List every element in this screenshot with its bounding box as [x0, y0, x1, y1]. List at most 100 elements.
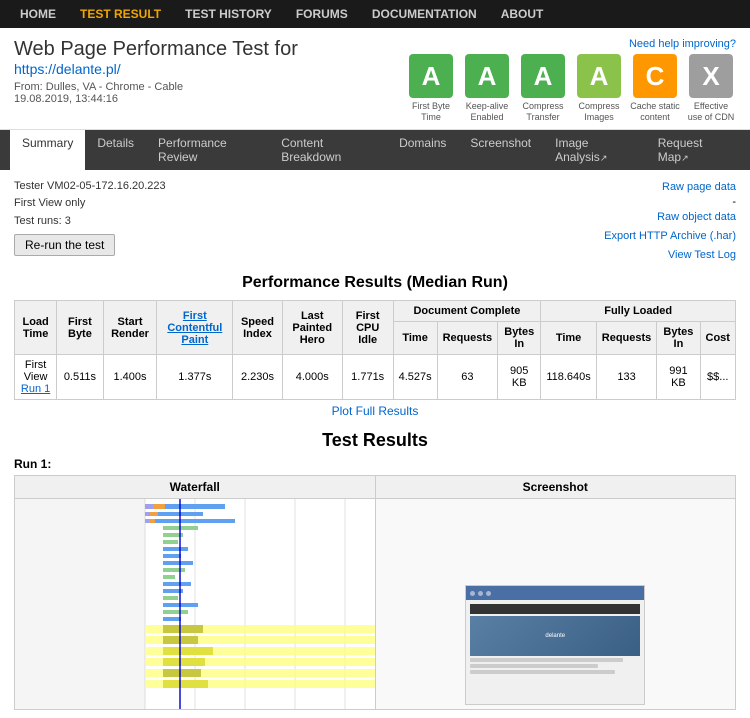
col-first-byte: First Byte: [57, 301, 103, 355]
grade-label-cdn: Effective use of CDN: [686, 101, 736, 123]
row-last-painted-hero: 4.000s: [282, 355, 342, 400]
help-link[interactable]: Need help improving?: [629, 38, 736, 50]
col-fl-time: Time: [541, 322, 596, 355]
tab-summary[interactable]: Summary: [10, 130, 85, 170]
row-fl-time: 118.640s: [541, 355, 596, 400]
tab-request-map[interactable]: Request Map: [646, 130, 740, 170]
row-label: First View Run 1: [15, 355, 57, 400]
test-results-section: Test Results Run 1: Waterfall Screenshot: [14, 430, 736, 710]
grade-label-compress-images: Compress Images: [574, 101, 624, 123]
run-link[interactable]: Run 1: [21, 383, 50, 395]
ss-line-2: [470, 664, 598, 668]
rerun-button[interactable]: Re-run the test: [14, 234, 115, 256]
test-date: 19.08.2019, 13:44:16: [14, 93, 298, 105]
col-fcp: First Contentful Paint: [157, 301, 233, 355]
grade-label-cache: Cache static content: [630, 101, 680, 123]
grade-badge-first-byte: A: [409, 54, 453, 98]
grade-badge-cdn: X: [689, 54, 733, 98]
row-doc-bytes: 905 KB: [498, 355, 541, 400]
tab-details[interactable]: Details: [85, 130, 146, 170]
row-fl-requests: 133: [596, 355, 657, 400]
waterfall-section: Waterfall Screenshot: [14, 475, 736, 710]
row-cost: $$...: [700, 355, 736, 400]
col-fully-loaded: Fully Loaded: [541, 301, 736, 322]
ss-hero-text: delante: [545, 633, 565, 639]
grade-compress-images: A Compress Images: [574, 54, 624, 123]
nav-forums[interactable]: FORUMS: [284, 0, 360, 28]
view-info: First View only: [14, 195, 166, 213]
main-nav: HOME TEST RESULT TEST HISTORY FORUMS DOC…: [0, 0, 750, 28]
grade-label-first-byte: First Byte Time: [406, 101, 456, 123]
waterfall-header: Waterfall Screenshot: [15, 476, 735, 499]
col-fl-bytes: Bytes In: [657, 322, 700, 355]
grade-badge-cache: C: [633, 54, 677, 98]
plot-full-results-link[interactable]: Plot Full Results: [332, 404, 419, 418]
run-label: Run 1:: [14, 457, 736, 471]
col-speed-index: Speed Index: [233, 301, 283, 355]
ss-dot-2: [478, 591, 483, 596]
plot-link-container: Plot Full Results: [14, 404, 736, 418]
tested-url[interactable]: https://delante.pl/: [14, 61, 121, 77]
meta-right: Raw page data - Raw object data Export H…: [604, 178, 736, 265]
tab-performance-review[interactable]: Performance Review: [146, 130, 269, 170]
grade-badge-keepalive: A: [465, 54, 509, 98]
row-start-render: 1.400s: [103, 355, 157, 400]
raw-page-link[interactable]: Raw page data: [604, 178, 736, 197]
tab-content-breakdown[interactable]: Content Breakdown: [269, 130, 387, 170]
grade-badge-compress-transfer: A: [521, 54, 565, 98]
grade-cdn: X Effective use of CDN: [686, 54, 736, 123]
ss-line-3: [470, 670, 615, 674]
grade-label-compress-transfer: Compress Transfer: [518, 101, 568, 123]
nav-about[interactable]: ABOUT: [489, 0, 556, 28]
ss-line-1: [470, 658, 623, 662]
raw-object-link[interactable]: Raw object data: [604, 208, 736, 227]
meta-row: Tester VM02-05-172.16.20.223 First View …: [14, 178, 736, 265]
row-speed-index: 2.230s: [233, 355, 283, 400]
grade-badge-compress-images: A: [577, 54, 621, 98]
nav-home[interactable]: HOME: [8, 0, 68, 28]
meta-left: Tester VM02-05-172.16.20.223 First View …: [14, 178, 166, 257]
grade-cache: C Cache static content: [630, 54, 680, 123]
col-doc-complete: Document Complete: [393, 301, 541, 322]
export-http-link[interactable]: Export HTTP Archive (.har): [604, 227, 736, 246]
performance-results-section: Performance Results (Median Run) Load Ti…: [14, 274, 736, 418]
row-first-byte: 0.511s: [57, 355, 103, 400]
waterfall-svg: [15, 499, 375, 709]
grade-keepalive: A Keep-alive Enabled: [462, 54, 512, 123]
grade-first-byte: A First Byte Time: [406, 54, 456, 123]
ss-dot-3: [486, 591, 491, 596]
ss-page-content: delante: [466, 600, 644, 704]
waterfall-col-header: Waterfall: [15, 476, 376, 499]
page-title: Web Page Performance Test for: [14, 38, 298, 61]
waterfall-body: delante: [15, 499, 735, 709]
nav-documentation[interactable]: DOCUMENTATION: [360, 0, 489, 28]
col-doc-time: Time: [393, 322, 437, 355]
nav-test-history[interactable]: TEST HISTORY: [173, 0, 284, 28]
tab-screenshot[interactable]: Screenshot: [458, 130, 543, 170]
tab-domains[interactable]: Domains: [387, 130, 458, 170]
perf-title: Performance Results (Median Run): [14, 274, 736, 292]
col-fl-requests: Requests: [596, 322, 657, 355]
grade-label-keepalive: Keep-alive Enabled: [462, 101, 512, 123]
col-start-render: Start Render: [103, 301, 157, 355]
col-doc-requests: Requests: [437, 322, 498, 355]
screenshot-area: delante: [376, 499, 736, 709]
nav-test-result[interactable]: TEST RESULT: [68, 0, 173, 28]
col-load-time: Load Time: [15, 301, 57, 355]
ss-content-lines: [470, 658, 640, 674]
tab-bar: Summary Details Performance Review Conte…: [0, 130, 750, 170]
row-fl-bytes: 991 KB: [657, 355, 700, 400]
runs-info: Test runs: 3: [14, 213, 166, 231]
screenshot-thumbnail: delante: [465, 585, 645, 705]
main-content: Tester VM02-05-172.16.20.223 First View …: [0, 170, 750, 718]
row-first-cpu-idle: 1.771s: [342, 355, 393, 400]
tester-info: Tester VM02-05-172.16.20.223: [14, 178, 166, 196]
waterfall-visual: [15, 499, 376, 709]
screenshot-col-header: Screenshot: [376, 476, 736, 499]
table-row: First View Run 1 0.511s 1.400s 1.377s 2.…: [15, 355, 736, 400]
ss-nav: [470, 604, 640, 614]
tab-image-analysis[interactable]: Image Analysis: [543, 130, 646, 170]
view-log-link[interactable]: View Test Log: [604, 246, 736, 265]
col-last-painted-hero: Last Painted Hero: [282, 301, 342, 355]
row-doc-time: 4.527s: [393, 355, 437, 400]
